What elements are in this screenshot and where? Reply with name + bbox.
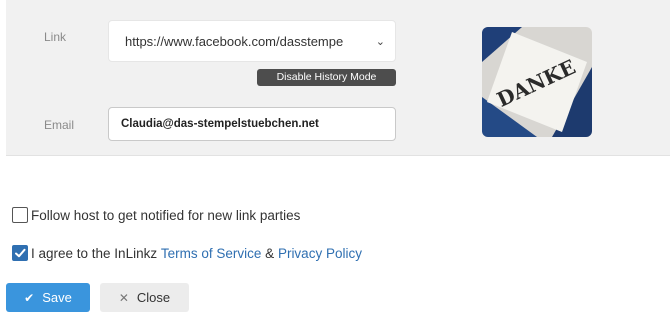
follow-host-option[interactable]: Follow host to get notified for new link… [12, 207, 300, 223]
close-label: Close [136, 290, 171, 305]
link-form-panel: Link https://www.facebook.com/dasstempe … [6, 0, 670, 156]
link-select[interactable]: https://www.facebook.com/dasstempe ⌄ [108, 20, 396, 62]
save-button[interactable]: ✔ Save [6, 283, 90, 312]
check-icon: ✔ [24, 290, 35, 305]
save-label: Save [42, 290, 72, 305]
link-label: Link [44, 30, 67, 44]
follow-checkbox[interactable] [12, 207, 28, 223]
terms-of-service-link[interactable]: Terms of Service [161, 246, 262, 261]
close-button[interactable]: ✕ Close [100, 283, 189, 312]
chevron-down-icon: ⌄ [375, 35, 385, 48]
ampersand: & [265, 245, 275, 261]
thumbnail-image[interactable]: DANKE [482, 27, 592, 137]
email-field[interactable] [108, 107, 396, 141]
checkmark-icon [15, 248, 26, 258]
danke-card-image: DANKE [482, 27, 592, 137]
email-label: Email [44, 118, 75, 132]
disable-history-button[interactable]: Disable History Mode [257, 69, 396, 86]
privacy-policy-link[interactable]: Privacy Policy [278, 246, 362, 261]
close-icon: ✕ [118, 290, 129, 305]
link-select-value: https://www.facebook.com/dasstempe [125, 33, 344, 49]
agree-terms-option[interactable]: I agree to the InLinkz Terms of Service … [12, 245, 362, 261]
follow-label: Follow host to get notified for new link… [31, 207, 301, 223]
agree-checkbox[interactable] [12, 245, 28, 261]
agree-prefix: I agree to the InLinkz [31, 245, 158, 261]
